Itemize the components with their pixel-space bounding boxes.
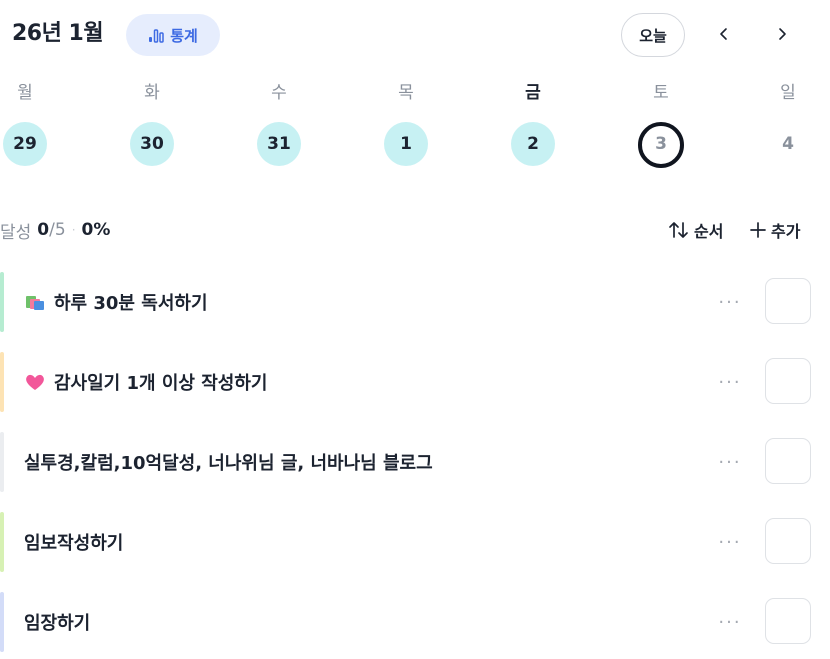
- task-checkbox[interactable]: [765, 278, 811, 324]
- task-title-wrap[interactable]: 임보작성하기: [24, 512, 123, 572]
- sort-icon: [669, 222, 688, 238]
- more-options-button[interactable]: ···: [712, 610, 748, 634]
- day-date[interactable]: 1: [384, 122, 428, 166]
- day-date[interactable]: 30: [130, 122, 174, 166]
- day-date[interactable]: 4: [766, 122, 810, 166]
- task-color-bar: [0, 432, 4, 492]
- bar-chart-icon: [149, 29, 164, 43]
- task-color-bar: [0, 512, 4, 572]
- task-row[interactable]: 임장하기 ···: [0, 592, 830, 652]
- task-color-bar: [0, 352, 4, 412]
- habit-tracker-page: 26년 1월 통계 오늘 월 29 화 30 수 31 목 1 금 2 토 3 …: [0, 0, 830, 659]
- task-title-wrap[interactable]: 감사일기 1개 이상 작성하기: [24, 352, 267, 412]
- header: 26년 1월 통계 오늘: [0, 0, 830, 72]
- month-title[interactable]: 26년 1월: [12, 18, 104, 50]
- day-date-today[interactable]: 3: [638, 122, 684, 168]
- day-name: 일: [780, 83, 796, 103]
- progress-label: 달성: [0, 222, 32, 243]
- day-tuesday[interactable]: 화 30: [122, 78, 182, 166]
- more-options-button[interactable]: ···: [712, 370, 748, 394]
- task-color-bar: [0, 592, 4, 652]
- task-title: 감사일기 1개 이상 작성하기: [54, 373, 268, 394]
- day-name: 수: [271, 83, 287, 103]
- stats-button[interactable]: 통계: [126, 14, 220, 56]
- order-button[interactable]: 순서: [668, 216, 723, 244]
- add-button[interactable]: 추가: [750, 216, 800, 244]
- task-title: 임장하기: [24, 613, 91, 634]
- day-thursday[interactable]: 목 1: [376, 78, 436, 166]
- task-checkbox[interactable]: [765, 598, 811, 644]
- progress-summary: 달성 0 / 5 · 0%: [0, 216, 110, 244]
- stats-label: 통계: [170, 26, 198, 45]
- task-checkbox[interactable]: [765, 518, 811, 564]
- day-name: 월: [17, 83, 33, 103]
- task-title-wrap[interactable]: 하루 30분 독서하기: [24, 272, 208, 332]
- day-date[interactable]: 2: [511, 122, 555, 166]
- heart-icon: [26, 374, 44, 390]
- books-icon: [26, 296, 44, 310]
- day-name: 금: [525, 83, 541, 103]
- task-title-wrap[interactable]: 임장하기: [24, 592, 90, 652]
- order-label: 순서: [694, 222, 724, 241]
- task-row[interactable]: 감사일기 1개 이상 작성하기 ···: [0, 352, 830, 412]
- progress-separator: ·: [71, 223, 76, 237]
- plus-icon: [750, 222, 766, 238]
- chevron-right-icon: [779, 28, 786, 40]
- day-name: 화: [144, 83, 160, 103]
- day-date[interactable]: 31: [257, 122, 301, 166]
- day-name: 목: [398, 83, 414, 103]
- day-wednesday[interactable]: 수 31: [249, 78, 309, 166]
- task-color-bar: [0, 272, 4, 332]
- more-options-button[interactable]: ···: [712, 530, 748, 554]
- progress-percent: 0%: [81, 220, 111, 240]
- add-label: 추가: [771, 222, 801, 241]
- more-options-button[interactable]: ···: [712, 450, 748, 474]
- task-title: 실투경,칼럼,10억달성, 너나위님 글, 너바나님 블로그: [24, 453, 433, 474]
- next-week-button[interactable]: [768, 20, 796, 48]
- today-button[interactable]: 오늘: [621, 13, 685, 57]
- day-name: 토: [653, 83, 669, 103]
- task-title: 임보작성하기: [24, 533, 124, 554]
- task-title: 하루 30분 독서하기: [54, 293, 208, 314]
- more-options-button[interactable]: ···: [712, 290, 748, 314]
- task-checkbox[interactable]: [765, 438, 811, 484]
- day-friday[interactable]: 금 2: [503, 78, 563, 166]
- task-row[interactable]: 실투경,칼럼,10억달성, 너나위님 글, 너바나님 블로그 ···: [0, 432, 830, 492]
- task-checkbox[interactable]: [765, 358, 811, 404]
- progress-done: 0: [37, 220, 50, 240]
- chevron-left-icon: [720, 28, 727, 40]
- prev-week-button[interactable]: [710, 20, 738, 48]
- day-date[interactable]: 29: [3, 122, 47, 166]
- progress-total: 5: [54, 220, 66, 240]
- day-sunday[interactable]: 일 4: [758, 78, 818, 166]
- task-title-wrap[interactable]: 실투경,칼럼,10억달성, 너나위님 글, 너바나님 블로그: [24, 432, 433, 492]
- task-row[interactable]: 임보작성하기 ···: [0, 512, 830, 572]
- day-monday[interactable]: 월 29: [0, 78, 55, 166]
- task-row[interactable]: 하루 30분 독서하기 ···: [0, 272, 830, 332]
- day-saturday[interactable]: 토 3: [631, 78, 691, 168]
